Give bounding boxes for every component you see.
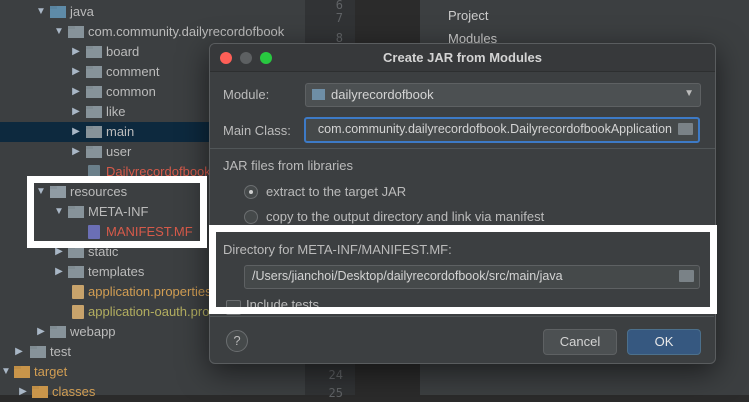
copy-radio-label[interactable]: copy to the output directory and link vi… [266, 209, 544, 224]
tree-item-java[interactable]: ▼ java [0, 2, 305, 22]
main-class-value: com.community.dailyrecordofbook.Dailyrec… [317, 122, 672, 136]
chevron-down-icon: ▼ [684, 88, 694, 99]
extract-radio-label[interactable]: extract to the target JAR [266, 184, 406, 199]
properties-file-icon [72, 305, 84, 319]
tree-item-label: main [106, 124, 135, 139]
chevron-down-icon[interactable]: ▼ [0, 362, 12, 382]
divider [210, 316, 714, 317]
module-value: dailyrecordofbook [331, 87, 434, 102]
tree-item-label: java [70, 4, 94, 19]
jar-libraries-section-label: JAR files from libraries [223, 158, 354, 173]
chevron-right-icon[interactable]: ▶ [70, 42, 82, 62]
ok-button[interactable]: OK [627, 329, 701, 355]
package-icon [86, 126, 102, 138]
tree-item-label: comment [106, 64, 160, 79]
chevron-right-icon[interactable]: ▶ [35, 322, 47, 342]
module-select[interactable]: dailyrecordofbook ▼ [305, 83, 701, 107]
dialog-titlebar[interactable]: Create JAR from Modules [210, 44, 715, 72]
nav-item-project[interactable]: Project [448, 8, 488, 23]
chevron-right-icon[interactable]: ▶ [70, 82, 82, 102]
cancel-button[interactable]: Cancel [543, 329, 617, 355]
chevron-right-icon[interactable]: ▶ [70, 102, 82, 122]
tree-item-label: com.community.dailyrecordofbook [88, 24, 285, 39]
properties-file-icon [72, 285, 84, 299]
tree-item-classes[interactable]: ▶ classes [0, 382, 305, 402]
tree-item-label: user [106, 144, 132, 159]
package-icon [86, 46, 102, 58]
tree-item-label: board [106, 44, 140, 59]
tree-item-target[interactable]: ▼ target [0, 362, 305, 382]
line-number: 25 [328, 386, 343, 400]
highlight-box-manifest-tree [27, 176, 207, 248]
tree-item-label: application.properties [88, 284, 212, 299]
chevron-right-icon[interactable]: ▶ [13, 342, 25, 362]
line-number: 24 [328, 368, 343, 382]
folder-browse-icon[interactable] [678, 123, 693, 135]
excluded-folder-icon [32, 386, 48, 398]
copy-radio[interactable] [244, 210, 258, 224]
package-icon [86, 86, 102, 98]
chevron-right-icon[interactable]: ▶ [70, 62, 82, 82]
help-button[interactable]: ? [226, 330, 248, 352]
chevron-right-icon[interactable]: ▶ [70, 122, 82, 142]
folder-icon [30, 346, 46, 358]
highlight-box-manifest-dir [209, 225, 717, 314]
folder-icon [50, 326, 66, 338]
module-icon [312, 89, 325, 100]
chevron-right-icon[interactable]: ▶ [53, 262, 65, 282]
extract-radio[interactable] [244, 185, 258, 199]
tree-item-label: like [106, 104, 126, 119]
folder-icon [68, 266, 84, 278]
line-number: 7 [335, 11, 343, 25]
chevron-right-icon[interactable]: ▶ [70, 142, 82, 162]
excluded-folder-icon [14, 366, 30, 378]
tree-item-label: webapp [70, 324, 116, 339]
folder-icon [50, 6, 66, 18]
chevron-down-icon[interactable]: ▼ [35, 2, 47, 22]
package-icon [86, 146, 102, 158]
dialog-title: Create JAR from Modules [383, 50, 542, 65]
main-class-field[interactable]: com.community.dailyrecordofbook.Dailyrec… [304, 117, 700, 143]
tree-item-label: test [50, 344, 71, 359]
tree-item-package[interactable]: ▼ com.community.dailyrecordofbook [0, 22, 305, 42]
package-icon [86, 106, 102, 118]
module-label: Module: [223, 87, 270, 102]
main-class-label: Main Class: [223, 123, 291, 138]
package-icon [68, 26, 84, 38]
chevron-right-icon[interactable]: ▶ [17, 382, 29, 402]
tree-item-label: templates [88, 264, 145, 279]
package-icon [86, 66, 102, 78]
tree-item-label: classes [52, 384, 96, 399]
divider [210, 148, 715, 149]
tree-item-label: common [106, 84, 156, 99]
chevron-down-icon[interactable]: ▼ [53, 22, 65, 42]
tree-item-label: target [34, 364, 68, 379]
